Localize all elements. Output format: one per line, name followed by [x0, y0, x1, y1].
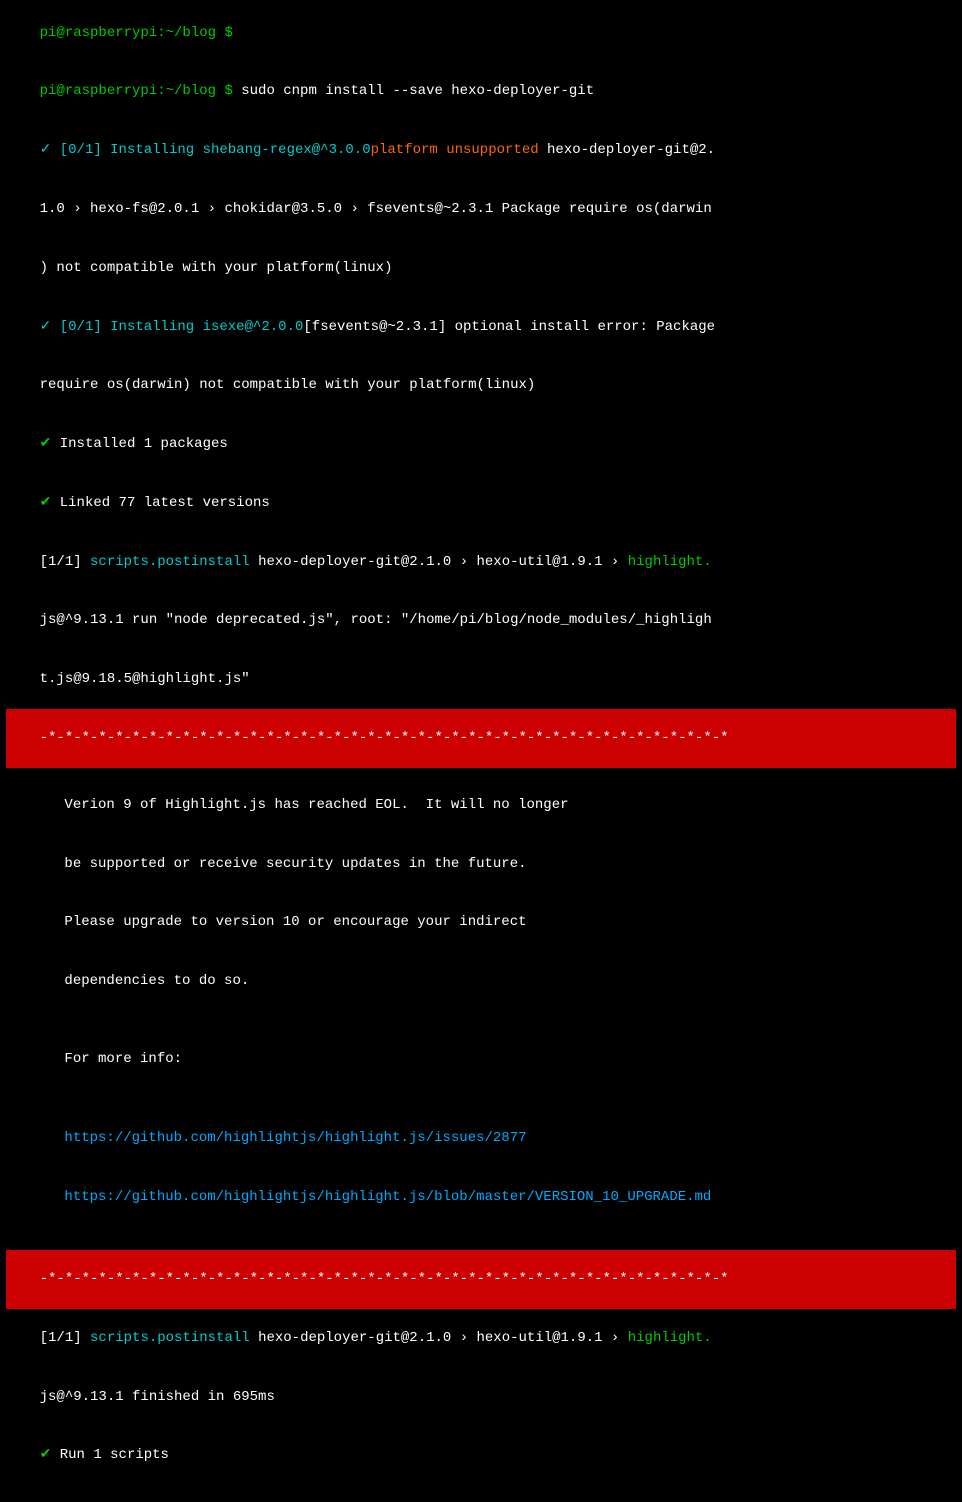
finish-bracket: [1/1] — [40, 1330, 90, 1346]
finish-detail: js@^9.13.1 finished in 695ms — [40, 1389, 275, 1405]
finish-label: scripts.postinstall — [90, 1330, 250, 1346]
prompt-user: pi@raspberrypi:~/blog $ — [40, 83, 233, 99]
script-postinstall-2: js@^9.13.1 run "node deprecated.js", roo… — [6, 592, 956, 651]
script-postinstall-1: [1/1] scripts.postinstall hexo-deployer-… — [6, 533, 956, 592]
sep-text-1: -*-*-*-*-*-*-*-*-*-*-*-*-*-*-*-*-*-*-*-*… — [40, 730, 729, 746]
warn-empty-3 — [14, 1227, 948, 1247]
finish-pkg: hexo-deployer-git@2.1.0 › hexo-util@1.9.… — [250, 1330, 628, 1346]
script-postinstall-3: t.js@9.18.5@highlight.js" — [6, 651, 956, 710]
info-icon: ✓ [0/1] Installing shebang-regex@^3.0.0 — [40, 142, 371, 158]
platform-unsupported: platform unsupported — [371, 142, 539, 158]
check-icon-2: ✔ — [40, 495, 52, 511]
package-path-cont: 1.0 › hexo-fs@2.0.1 › chokidar@3.5.0 › f… — [40, 201, 712, 217]
script-detail-2: t.js@9.18.5@highlight.js" — [40, 671, 250, 687]
script-bracket: [1/1] — [40, 554, 90, 570]
linked-versions: ✔ Linked 77 latest versions — [6, 474, 956, 533]
command-text: sudo cnpm install --save hexo-deployer-g… — [233, 83, 594, 99]
warning-block: Verion 9 of Highlight.js has reached EOL… — [6, 768, 956, 1250]
run-scripts: ✔ Run 1 scripts — [6, 1427, 956, 1486]
script-pkg: hexo-deployer-git@2.1.0 › hexo-util@1.9.… — [250, 554, 628, 570]
separator-2: -*-*-*-*-*-*-*-*-*-*-*-*-*-*-*-*-*-*-*-*… — [6, 1250, 956, 1309]
warn-line-4: dependencies to do so. — [14, 953, 948, 1012]
sep-text-2: -*-*-*-*-*-*-*-*-*-*-*-*-*-*-*-*-*-*-*-*… — [40, 1271, 729, 1287]
highlight-ref: highlight. — [628, 554, 712, 570]
install-line-1: ✓ [0/1] Installing shebang-regex@^3.0.0p… — [6, 122, 956, 181]
command-line: pi@raspberrypi:~/blog $ sudo cnpm instal… — [6, 63, 956, 122]
install-line-2b: require os(darwin) not compatible with y… — [6, 357, 956, 416]
script-finish-1: [1/1] scripts.postinstall hexo-deployer-… — [6, 1309, 956, 1368]
warn-more-info: For more info: — [14, 1031, 948, 1090]
package-path-1: hexo-deployer-git@2. — [539, 142, 715, 158]
compat-text: ) not compatible with your platform(linu… — [40, 260, 393, 276]
warn-link-1: https://github.com/highlightjs/highlight… — [14, 1109, 948, 1168]
info-icon-2: ✓ [0/1] Installing isexe@^2.0.0 — [40, 319, 304, 335]
installed-packages: ✔ Installed 1 packages — [6, 415, 956, 474]
install-line-1b: 1.0 › hexo-fs@2.0.1 › chokidar@3.5.0 › f… — [6, 180, 956, 239]
deprecate-line-1: deprecate hexo-deployer-git@2.1.0 › hexo… — [6, 1486, 956, 1502]
require-os: require os(darwin) not compatible with y… — [40, 377, 536, 393]
warn-line-3: Please upgrade to version 10 or encourag… — [14, 894, 948, 953]
check-icon-3: ✔ — [40, 1447, 52, 1463]
separator-1: -*-*-*-*-*-*-*-*-*-*-*-*-*-*-*-*-*-*-*-*… — [6, 709, 956, 768]
linked-text: Linked 77 latest versions — [51, 495, 269, 511]
terminal-window: pi@raspberrypi:~/blog $ pi@raspberrypi:~… — [0, 0, 962, 1502]
prompt-text: pi@raspberrypi:~/blog $ — [40, 25, 233, 41]
install-line-1c: ) not compatible with your platform(linu… — [6, 239, 956, 298]
warn-empty-1 — [14, 1011, 948, 1031]
warn-line-2: be supported or receive security updates… — [14, 835, 948, 894]
warn-empty-2 — [14, 1090, 948, 1110]
fsevents-optional: [fsevents@~2.3.1] optional install error… — [303, 319, 715, 335]
run-text: Run 1 scripts — [51, 1447, 169, 1463]
finish-highlight: highlight. — [628, 1330, 712, 1346]
script-label: scripts.postinstall — [90, 554, 250, 570]
check-icon-1: ✔ — [40, 436, 52, 452]
script-finish-2: js@^9.13.1 finished in 695ms — [6, 1368, 956, 1427]
installed-text: Installed 1 packages — [51, 436, 227, 452]
script-detail: js@^9.13.1 run "node deprecated.js", roo… — [40, 612, 712, 628]
prompt-line: pi@raspberrypi:~/blog $ — [6, 4, 956, 63]
install-line-2: ✓ [0/1] Installing isexe@^2.0.0[fsevents… — [6, 298, 956, 357]
warn-link-2: https://github.com/highlightjs/highlight… — [14, 1168, 948, 1227]
warn-line-1: Verion 9 of Highlight.js has reached EOL… — [14, 776, 948, 835]
